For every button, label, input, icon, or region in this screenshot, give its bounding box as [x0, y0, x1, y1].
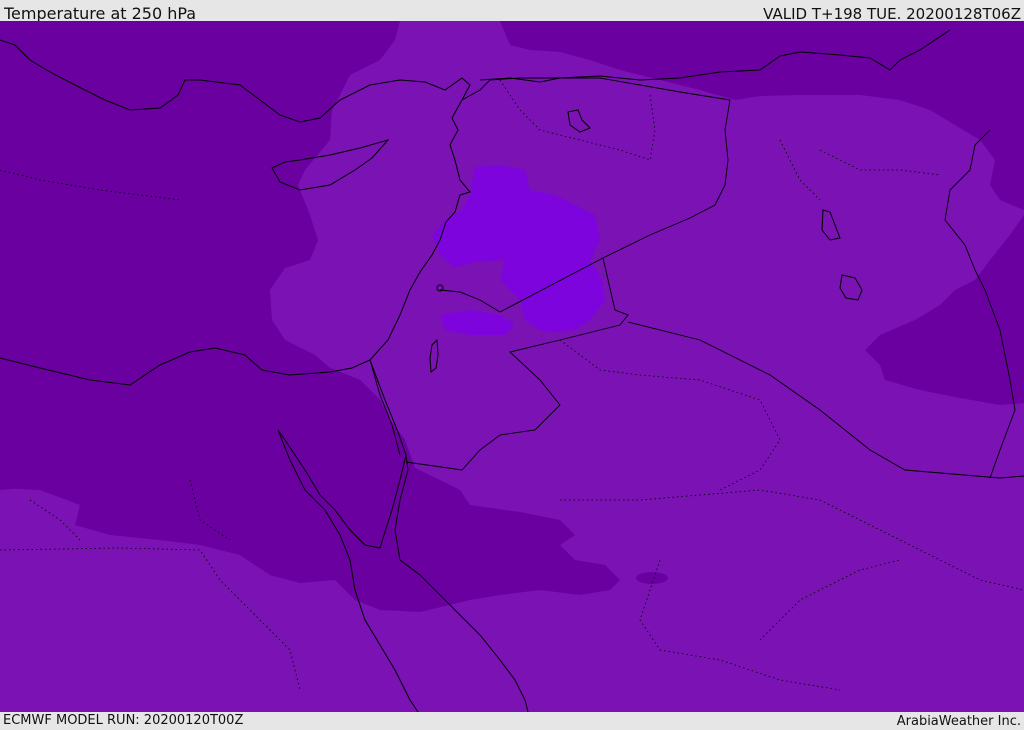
footer-bar: ECMWF MODEL RUN: 20200120T00Z ArabiaWeat…: [0, 712, 1024, 729]
header-bar: Temperature at 250 hPa VALID T+198 TUE. …: [0, 0, 1024, 23]
map-canvas[interactable]: [0, 21, 1024, 712]
cold-patch-small: [636, 572, 668, 584]
model-run: ECMWF MODEL RUN: 20200120T00Z: [3, 713, 244, 728]
credit: ArabiaWeather Inc.: [896, 714, 1021, 729]
temperature-map: [0, 21, 1024, 712]
